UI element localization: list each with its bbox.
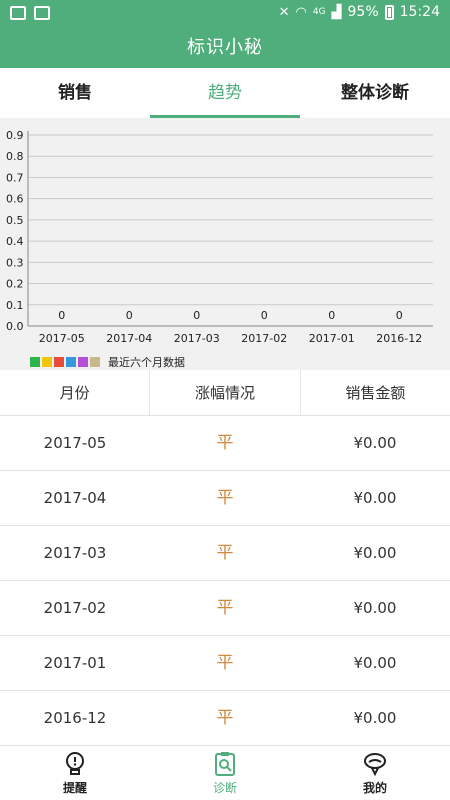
change-cell: 平 [216, 433, 234, 453]
header-month: 月份 [59, 384, 90, 402]
change-cell: 平 [216, 488, 234, 508]
tab-trend[interactable]: 趋势 [150, 68, 300, 118]
table-row[interactable]: 2017-05 平 ¥0.00 [0, 416, 450, 471]
y-tick-label: 0.0 [6, 320, 24, 333]
table-row[interactable]: 2016-12 平 ¥0.00 [0, 691, 450, 746]
message-icon [10, 6, 26, 20]
tab-label: 整体诊断 [341, 83, 409, 103]
tab-label: 趋势 [208, 83, 242, 103]
bulb-icon [66, 751, 84, 775]
chart-canvas: 0.0 0.1 0.2 0.3 0.4 0.5 0.6 0.7 0.8 0.9 0 2017-05 0 2… [6, 129, 433, 345]
wifi-icon: ◠ [295, 4, 307, 20]
x-tick-label: 2017-04 [106, 332, 152, 345]
tab-overall-diagnosis[interactable]: 整体诊断 [300, 68, 450, 118]
tab-label: 销售 [58, 83, 92, 103]
app-bar: 标识小秘 [0, 28, 450, 68]
change-cell: 平 [216, 543, 234, 563]
data-label: 0 [58, 309, 65, 322]
nav-reminder[interactable]: 提醒 [0, 746, 150, 800]
nav-diagnosis[interactable]: 诊断 [150, 746, 300, 800]
nav-label: 我的 [362, 780, 387, 795]
data-label: 0 [328, 309, 335, 322]
x-tick-label: 2017-01 [309, 332, 355, 345]
amount-cell: ¥0.00 [353, 544, 397, 562]
table-row[interactable]: 2017-04 平 ¥0.00 [0, 471, 450, 526]
data-label: 0 [396, 309, 403, 322]
y-tick-label: 0.5 [6, 214, 24, 227]
legend-swatch [30, 357, 40, 367]
x-tick-label: 2016-12 [376, 332, 422, 345]
trend-chart: 0.0 0.1 0.2 0.3 0.4 0.5 0.6 0.7 0.8 0.9 0 2017-05 0 2… [0, 118, 450, 370]
x-tick-label: 2017-03 [174, 332, 220, 345]
network-type: 4G [312, 7, 326, 17]
mute-icon: ✕ [278, 4, 290, 20]
clock: 15:24 [399, 4, 440, 20]
change-cell: 平 [216, 708, 234, 728]
y-tick-label: 0.3 [6, 256, 24, 269]
data-label: 0 [193, 309, 200, 322]
bottom-nav: 提醒 诊断 我的 [0, 745, 450, 800]
nav-label: 提醒 [62, 780, 87, 795]
amount-cell: ¥0.00 [353, 709, 397, 727]
tab-sales[interactable]: 销售 [0, 68, 150, 118]
battery-icon [384, 4, 394, 20]
legend-label: 最近六个月数据 [108, 356, 185, 369]
y-tick-label: 0.8 [6, 150, 24, 163]
nav-label: 诊断 [212, 780, 237, 795]
y-tick-label: 0.4 [6, 235, 24, 248]
nav-mine[interactable]: 我的 [300, 746, 450, 800]
y-tick-label: 0.7 [6, 171, 24, 184]
signal-icon: ▟ [331, 4, 342, 20]
x-tick-label: 2017-05 [39, 332, 85, 345]
header-change: 涨幅情况 [149, 370, 299, 415]
table-body: 2017-05 平 ¥0.00 2017-04 平 ¥0.00 2017-03 … [0, 416, 450, 746]
tab-bar: 销售 趋势 整体诊断 [0, 68, 450, 118]
person-icon [364, 752, 386, 776]
month-cell: 2017-01 [43, 654, 107, 672]
y-tick-label: 0.6 [6, 193, 24, 206]
legend-swatch [66, 357, 76, 367]
clipboard-search-icon [215, 751, 235, 776]
status-bar: ✕ ◠ 4G ▟ 95% 15:24 [0, 0, 450, 28]
amount-cell: ¥0.00 [353, 434, 397, 452]
y-tick-label: 0.1 [6, 299, 24, 312]
month-cell: 2017-03 [43, 544, 107, 562]
legend-swatch [54, 357, 64, 367]
change-cell: 平 [216, 598, 234, 618]
month-cell: 2016-12 [43, 709, 107, 727]
table-header: 月份 涨幅情况 销售金额 [0, 370, 450, 416]
table-row[interactable]: 2017-03 平 ¥0.00 [0, 526, 450, 581]
legend-swatch [90, 357, 100, 367]
amount-cell: ¥0.00 [353, 599, 397, 617]
table-row[interactable]: 2017-01 平 ¥0.00 [0, 636, 450, 691]
image-icon [34, 6, 50, 20]
amount-cell: ¥0.00 [353, 654, 397, 672]
x-tick-label: 2017-02 [241, 332, 287, 345]
legend-swatch [78, 357, 88, 367]
y-tick-label: 0.9 [6, 129, 24, 142]
page-title: 标识小秘 [187, 37, 263, 58]
month-cell: 2017-05 [43, 434, 107, 452]
chart-legend: 最近六个月数据 [30, 354, 185, 370]
month-cell: 2017-04 [43, 489, 107, 507]
data-label: 0 [126, 309, 133, 322]
battery-percent: 95% [347, 4, 379, 20]
table-row[interactable]: 2017-02 平 ¥0.00 [0, 581, 450, 636]
legend-swatch [42, 357, 52, 367]
amount-cell: ¥0.00 [353, 489, 397, 507]
data-label: 0 [261, 309, 268, 322]
month-cell: 2017-02 [43, 599, 107, 617]
header-amount: 销售金额 [299, 370, 450, 415]
change-cell: 平 [216, 653, 234, 673]
y-tick-label: 0.2 [6, 278, 24, 291]
